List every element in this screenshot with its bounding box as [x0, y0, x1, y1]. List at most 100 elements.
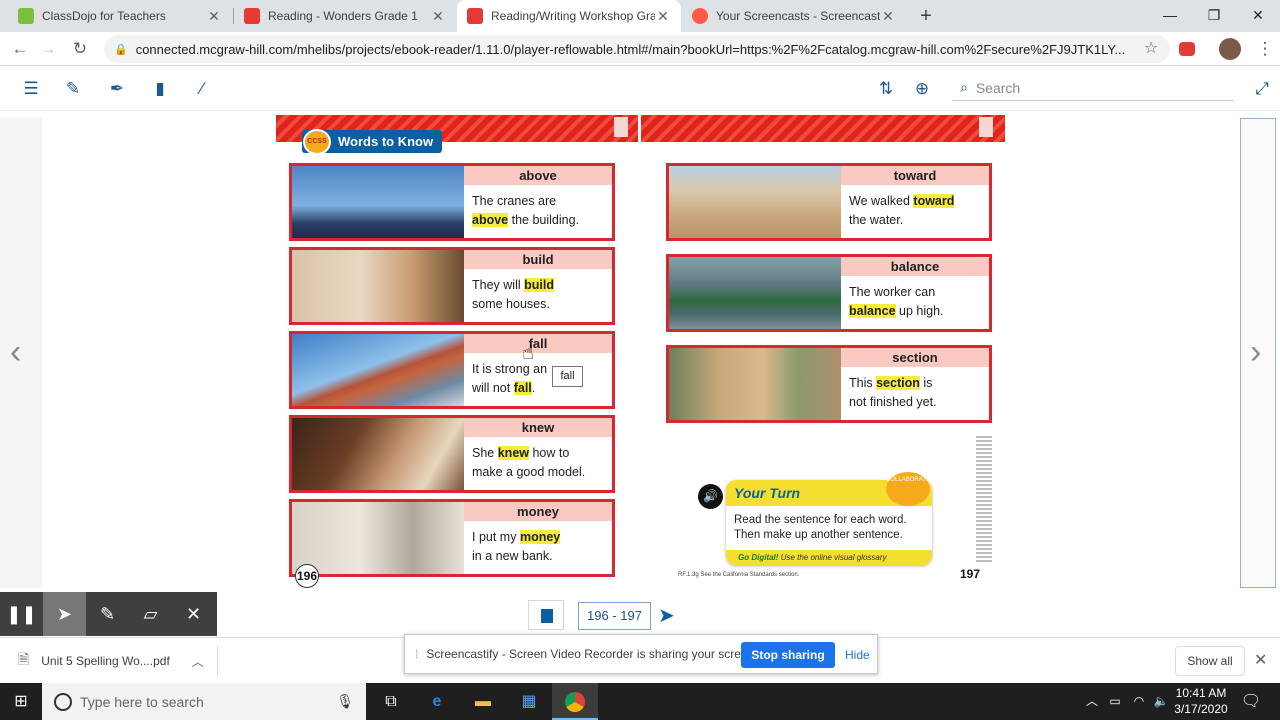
toc-icon[interactable]: ☰	[19, 77, 43, 101]
wifi-icon[interactable]: ◠	[1128, 683, 1150, 720]
piggy-bank-photo	[292, 502, 464, 574]
address-bar[interactable]: 🔒 connected.mcgraw-hill.com/mhelibs/proj…	[104, 35, 1170, 63]
close-tab-icon[interactable]: ✕	[655, 8, 671, 25]
tab-title: Reading/Writing Workshop Grad	[491, 9, 655, 23]
example-sentence: We walked toward the water.	[841, 185, 989, 230]
your-turn-instructions: Read the sentence for each word. Then ma…	[734, 513, 929, 543]
pencil-icon[interactable]: ∕	[190, 77, 214, 101]
file-explorer-icon[interactable]: ▬	[460, 683, 506, 720]
pen-tool-icon[interactable]: ✎	[86, 592, 129, 636]
close-download-bar-icon[interactable]: ✕	[1254, 650, 1267, 670]
notifications-icon[interactable]: 🗨	[1236, 683, 1266, 720]
bridge-photo	[292, 334, 464, 406]
extension-icon[interactable]	[1179, 42, 1195, 56]
stop-sharing-button[interactable]: Stop sharing	[741, 642, 835, 668]
word-card-above: above The cranes are above the building.	[289, 163, 615, 241]
lock-icon: 🔒	[114, 43, 128, 56]
drag-handle-icon[interactable]: ⁞	[415, 647, 418, 661]
tab-title: Your Screencasts - Screencastify	[716, 9, 880, 23]
zoom-icon[interactable]: ⊕	[910, 77, 934, 101]
battery-icon[interactable]: ▭	[1104, 683, 1126, 720]
close-annotation-icon[interactable]: ✕	[172, 592, 215, 636]
go-page-arrow-icon[interactable]: ➤	[658, 603, 675, 628]
example-sentence: I put my money in a new bank.	[464, 521, 612, 566]
minimize-icon[interactable]: —	[1148, 0, 1192, 32]
pen-icon[interactable]: ✒	[105, 77, 129, 101]
close-tab-icon[interactable]: ✕	[880, 8, 896, 25]
windows-taskbar: ⊞ Type here to search 🎙 ⧉ e ▬ ▦ ︿ ▭ ◠ 🔈 …	[0, 683, 1280, 720]
mcgraw-hill-favicon-icon	[244, 8, 260, 24]
clock-time: 10:41 AM	[1175, 686, 1227, 700]
chevron-up-icon[interactable]: ︿	[192, 653, 204, 670]
example-sentence: They will build some houses.	[464, 269, 612, 314]
close-tab-icon[interactable]: ✕	[430, 8, 446, 25]
fullscreen-icon[interactable]: ⤢	[1250, 77, 1274, 101]
collaborate-badge: COLLABORATE	[886, 472, 930, 506]
example-sentence: The worker can balance up high.	[841, 276, 989, 321]
close-window-icon[interactable]: ✕	[1236, 0, 1280, 32]
sentence-text: She	[472, 446, 495, 460]
browser-toolbar: ← → ↻ 🔒 connected.mcgraw-hill.com/mhelib…	[0, 32, 1280, 66]
word-heading: knew	[464, 418, 612, 437]
pointer-icon[interactable]: ➤	[43, 592, 86, 636]
store-icon[interactable]: ▦	[506, 683, 552, 720]
chevron-up-icon[interactable]: ︿	[1082, 683, 1102, 720]
close-tab-icon[interactable]: ✕	[206, 8, 222, 25]
word-heading: toward	[841, 166, 989, 185]
vertical-credits-text	[976, 436, 992, 564]
tab-wonders[interactable]: Reading - Wonders Grade 1 ✕	[234, 0, 456, 32]
url-text: connected.mcgraw-hill.com/mhelibs/projec…	[135, 41, 1126, 57]
new-tab-button[interactable]: +	[914, 4, 938, 28]
clock[interactable]: 10:41 AM 3/17/2020	[1170, 685, 1232, 717]
stop-icon	[541, 609, 553, 623]
word-heading: section	[841, 348, 989, 367]
taskbar-search-input[interactable]: Type here to search 🎙	[42, 683, 366, 720]
tab-classdojo[interactable]: ClassDojo for Teachers ✕	[8, 0, 232, 32]
windows-start-icon[interactable]: ⊞	[0, 683, 42, 720]
pause-icon[interactable]: ❚❚	[0, 592, 43, 636]
cranes-photo	[292, 166, 464, 238]
download-item[interactable]: 🗎 Unit 5 Spelling Wo....pdf ︿	[18, 638, 204, 684]
microphone-icon[interactable]: 🎙	[336, 693, 354, 710]
right-page-number: 197	[960, 567, 981, 581]
ccss-badge: CCSS	[303, 129, 331, 155]
taskbar-search-placeholder: Type here to search	[80, 693, 204, 710]
maximize-icon[interactable]: ❐	[1192, 0, 1236, 32]
highlighted-word: build	[524, 278, 554, 292]
edge-icon[interactable]: e	[414, 683, 460, 720]
hide-link[interactable]: Hide	[845, 642, 870, 668]
chrome-icon[interactable]	[552, 683, 598, 720]
next-page-arrow-icon[interactable]: ›	[1250, 335, 1261, 369]
bookmark-star-icon[interactable]: ☆	[1138, 36, 1164, 62]
instruction-line: Read the sentence for each word.	[734, 514, 907, 526]
classdojo-favicon-icon	[18, 8, 34, 24]
forward-arrow-icon[interactable]: →	[35, 36, 61, 62]
fence-workers-photo	[669, 348, 841, 420]
audio-speaker-icon[interactable]: 🔊	[698, 484, 723, 509]
bookmark-icon[interactable]: ▮	[148, 77, 172, 101]
profile-avatar[interactable]	[1219, 38, 1241, 60]
show-all-button[interactable]: Show all	[1175, 646, 1245, 676]
stop-audio-button[interactable]	[528, 600, 564, 630]
bookmark-ribbon-icon[interactable]	[979, 117, 993, 137]
reload-icon[interactable]: ↻	[67, 36, 93, 62]
sentence-text: how to	[532, 446, 570, 460]
reader-search-input[interactable]: ⌕ Search	[952, 75, 1234, 101]
sentence-text: We walked	[849, 194, 910, 208]
highlighted-word: money	[519, 530, 561, 544]
sentence-text: up high.	[899, 304, 944, 318]
fit-width-icon[interactable]: ⇅	[874, 77, 898, 101]
previous-page-arrow-icon[interactable]: ‹	[10, 335, 21, 369]
page-range-input[interactable]: 196 - 197	[578, 602, 651, 630]
sentence-text: The cranes are	[472, 194, 557, 208]
tab-screencastify[interactable]: Your Screencasts - Screencastify ✕	[682, 0, 906, 32]
task-view-icon[interactable]: ⧉	[368, 683, 414, 720]
menu-kebab-icon[interactable]: ⋮	[1252, 36, 1278, 62]
eraser-icon[interactable]: ▱	[129, 592, 172, 636]
back-arrow-icon[interactable]: ←	[7, 36, 33, 62]
tab-workshop-active[interactable]: Reading/Writing Workshop Grad ✕	[457, 0, 681, 32]
bookmark-ribbon-icon[interactable]	[614, 117, 628, 137]
go-digital-note: Go Digital! Use the online visual glossa…	[726, 550, 932, 565]
highlighter-icon[interactable]: ✎	[61, 77, 85, 101]
volume-icon[interactable]: 🔈	[1150, 683, 1172, 720]
